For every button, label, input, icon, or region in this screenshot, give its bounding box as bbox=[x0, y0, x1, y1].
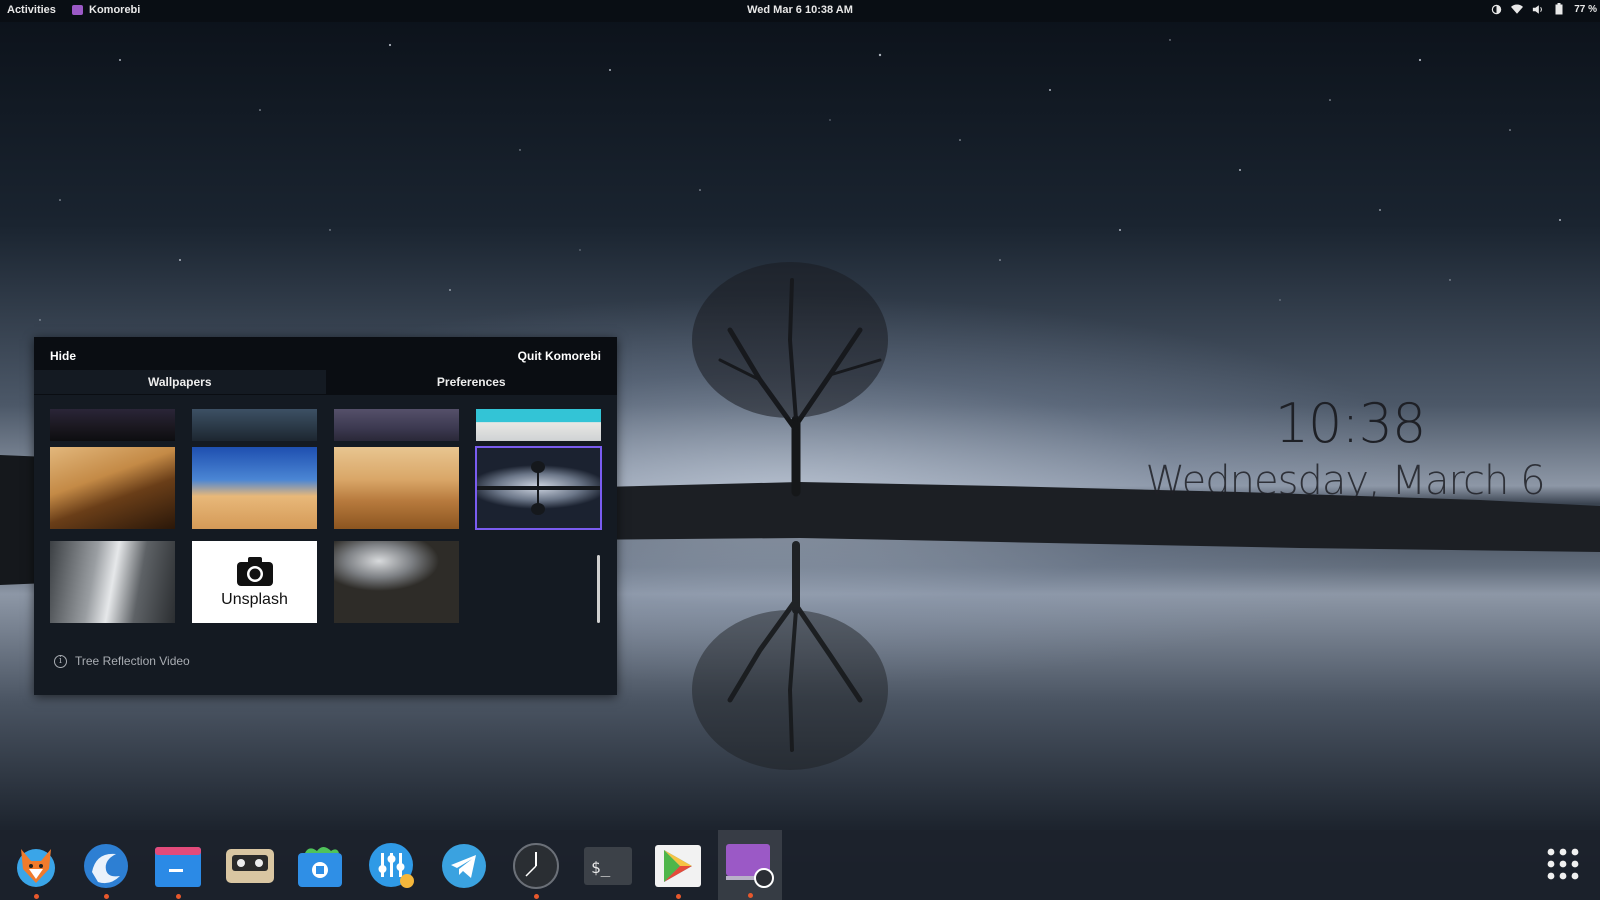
battery-percentage: 77 % bbox=[1574, 3, 1597, 15]
unsplash-label: Unsplash bbox=[221, 591, 288, 608]
tab-wallpapers[interactable]: Wallpapers bbox=[34, 370, 326, 394]
show-applications-button[interactable] bbox=[1545, 846, 1581, 882]
running-indicator bbox=[676, 894, 681, 899]
telegram-icon bbox=[442, 844, 486, 888]
night-light-icon bbox=[1490, 3, 1502, 15]
dock-item-software-center[interactable] bbox=[288, 836, 352, 896]
komorebi-icon bbox=[726, 844, 774, 888]
wallpaper-thumb-night-mountains[interactable] bbox=[50, 409, 175, 441]
dock-item-browser[interactable] bbox=[74, 836, 138, 899]
dock-item-terminal[interactable]: $_ bbox=[576, 836, 640, 896]
dock-item-clock[interactable] bbox=[504, 836, 568, 899]
komorebi-app-icon bbox=[72, 5, 83, 15]
software-center-icon bbox=[298, 847, 342, 887]
dock-item-telegram[interactable] bbox=[432, 836, 496, 896]
quit-komorebi-button[interactable]: Quit Komorebi bbox=[518, 349, 601, 363]
wallpaper-thumb-golden-dunes[interactable] bbox=[50, 447, 175, 529]
activities-button[interactable]: Activities bbox=[7, 4, 56, 16]
dock-item-play-store[interactable] bbox=[646, 836, 710, 899]
info-icon: i bbox=[54, 654, 67, 668]
hide-button[interactable]: Hide bbox=[50, 349, 76, 363]
top-bar: Activities Komorebi Wed Mar 6 10:38 AM 7… bbox=[0, 0, 1600, 22]
panel-tabs: Wallpapers Preferences bbox=[34, 370, 617, 394]
wallpaper-thumb-concrete-corridor[interactable] bbox=[50, 541, 175, 623]
dock-item-tweaks[interactable] bbox=[360, 836, 424, 896]
current-wallpaper-info: i Tree Reflection Video bbox=[54, 654, 190, 668]
desktop-clock-time: 10:38 bbox=[1274, 392, 1427, 455]
wallpaper-thumb-tree-reflection[interactable] bbox=[475, 446, 602, 530]
dock: $_ bbox=[0, 830, 1600, 900]
running-indicator bbox=[176, 894, 181, 899]
terminal-icon: $_ bbox=[584, 847, 632, 885]
wallpaper-thumb-blue-mountains[interactable] bbox=[192, 409, 317, 441]
komorebi-panel: Hide Quit Komorebi Wallpapers Preference… bbox=[34, 337, 617, 695]
panel-scrollbar[interactable] bbox=[597, 555, 600, 623]
current-wallpaper-name: Tree Reflection Video bbox=[75, 654, 190, 668]
panel-header: Hide Quit Komorebi Wallpapers Preference… bbox=[34, 337, 617, 395]
running-indicator bbox=[534, 894, 539, 899]
topbar-clock[interactable]: Wed Mar 6 10:38 AM bbox=[747, 4, 853, 16]
dock-item-files[interactable] bbox=[146, 836, 210, 899]
tree-thumbnail-graphic bbox=[476, 461, 601, 515]
tape-recorder-icon bbox=[226, 849, 274, 883]
wallpaper-thumb-purple-sky[interactable] bbox=[334, 409, 459, 441]
play-store-icon bbox=[655, 845, 701, 887]
dock-item-tape-recorder[interactable] bbox=[218, 836, 282, 896]
app-grid-icon bbox=[1547, 848, 1579, 880]
files-icon bbox=[155, 847, 201, 887]
running-indicator bbox=[748, 893, 753, 898]
dock-item-komorebi[interactable] bbox=[718, 830, 782, 900]
desktop-clock-date: Wednesday, March 6 bbox=[1145, 458, 1545, 504]
tweaks-icon bbox=[369, 843, 414, 888]
wallpaper-thumb-blue-sky-desert[interactable] bbox=[192, 447, 317, 529]
app-menu-label: Komorebi bbox=[89, 4, 141, 16]
clock-icon bbox=[513, 843, 559, 889]
wifi-icon bbox=[1511, 3, 1524, 15]
battery-icon bbox=[1553, 3, 1565, 15]
running-indicator bbox=[104, 894, 109, 899]
running-indicator bbox=[34, 894, 39, 899]
wallpaper-thumb-amber-desert[interactable] bbox=[334, 447, 459, 529]
fox-app-icon bbox=[17, 849, 55, 887]
camera-icon bbox=[236, 557, 273, 586]
app-menu[interactable]: Komorebi bbox=[72, 4, 140, 16]
tab-preferences[interactable]: Preferences bbox=[326, 370, 618, 394]
system-tray[interactable]: 77 % bbox=[1490, 3, 1600, 15]
svg-text:$_: $_ bbox=[591, 858, 611, 877]
wallpaper-thumb-misty-forest[interactable] bbox=[334, 541, 459, 623]
unsplash-button[interactable]: Unsplash bbox=[192, 541, 317, 623]
wallpaper-thumb-pool-side[interactable] bbox=[476, 409, 601, 441]
volume-icon bbox=[1532, 3, 1544, 15]
browser-icon bbox=[84, 844, 128, 888]
dock-item-fox-app[interactable] bbox=[4, 836, 68, 899]
